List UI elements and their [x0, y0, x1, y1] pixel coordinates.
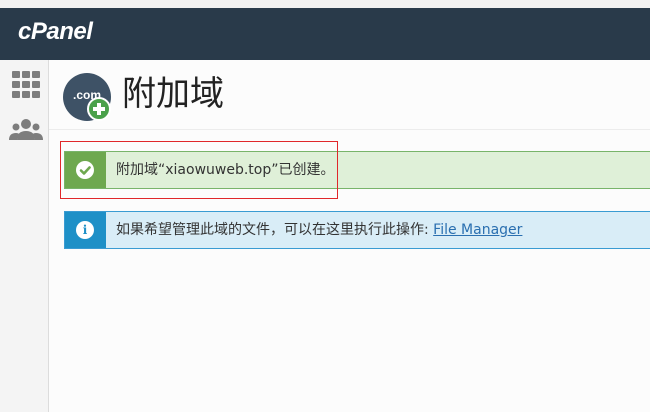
file-manager-link[interactable]: File Manager	[433, 222, 522, 238]
title-divider	[49, 129, 650, 130]
addon-domain-icon: .com	[63, 73, 111, 121]
info-icon: i	[76, 221, 94, 239]
info-alert: i 如果希望管理此域的文件，可以在这里执行此操作: File Manager	[64, 211, 650, 249]
plus-icon	[87, 97, 111, 121]
info-icon-box: i	[65, 212, 106, 248]
annotation-highlight-box	[60, 141, 338, 199]
page-title: 附加域	[122, 74, 224, 114]
app-header: cPanel	[0, 8, 650, 60]
info-message-text: 如果希望管理此域的文件，可以在这里执行此操作:	[116, 222, 434, 238]
main-content: .com 附加域 附加域“xiaowuweb.top”已创建。 i 如果希望管理…	[49, 60, 650, 412]
cpanel-logo[interactable]: cPanel	[18, 18, 93, 46]
info-message: 如果希望管理此域的文件，可以在这里执行此操作: File Manager	[116, 212, 522, 248]
users-icon[interactable]	[9, 114, 43, 148]
apps-grid-icon[interactable]	[9, 68, 43, 102]
sidebar	[0, 60, 49, 412]
